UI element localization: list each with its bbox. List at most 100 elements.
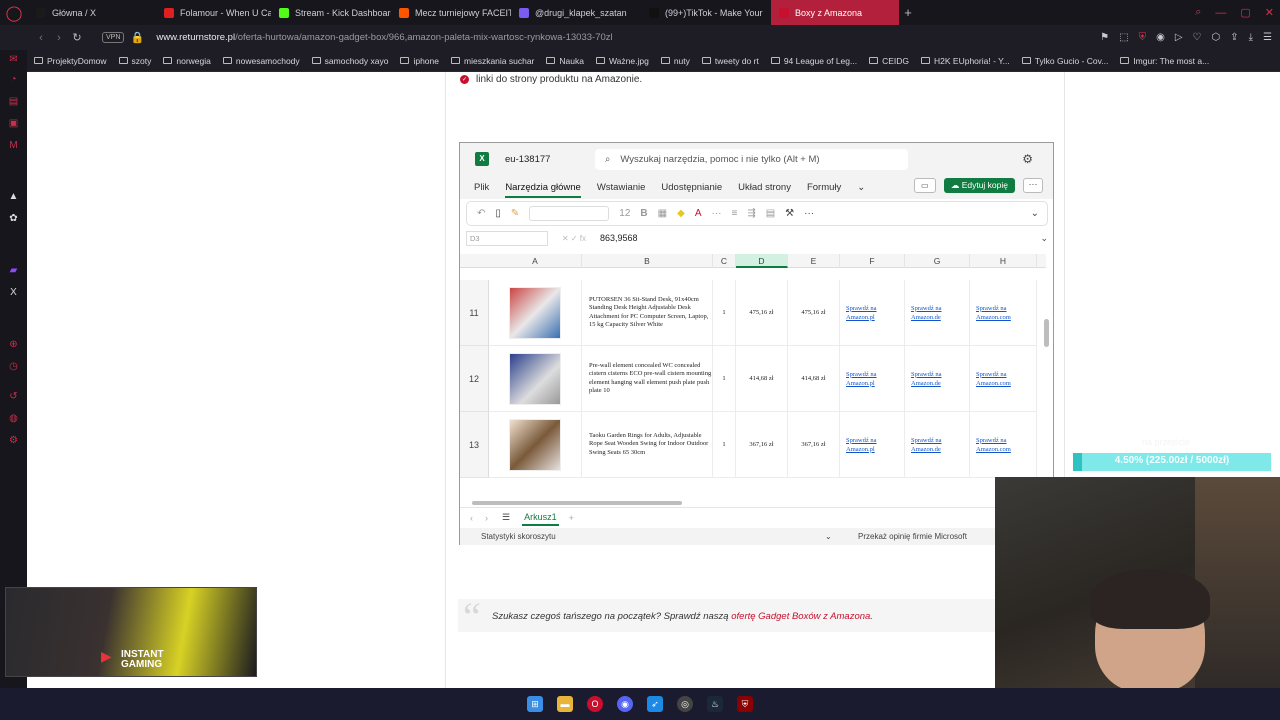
horizontal-scrollbar[interactable] — [472, 501, 682, 505]
ribbon-tab[interactable]: Formuły — [807, 182, 841, 193]
maximize-icon[interactable]: ▢ — [1240, 6, 1250, 19]
column-header[interactable]: H — [970, 254, 1037, 268]
row-header[interactable]: 11 — [460, 280, 489, 346]
format-icon[interactable]: ⚒ — [785, 208, 794, 219]
feedback-link[interactable]: Przekaż opinię firmie Microsoft — [858, 532, 967, 541]
heart-icon[interactable]: ♡ — [1193, 32, 1202, 43]
browser-tab[interactable]: Boxy z Amazona — [771, 0, 899, 25]
column-header[interactable]: F — [840, 254, 905, 268]
close-window-icon[interactable]: ✕ — [1265, 6, 1274, 19]
browser-tab[interactable]: Główna / X — [28, 0, 156, 25]
gadget-box-link[interactable]: ofertę Gadget Boxów z Amazona — [731, 611, 870, 622]
merge-icon[interactable]: ▤ — [766, 208, 775, 219]
column-header[interactable]: A — [489, 254, 582, 268]
instant-gaming-ad[interactable]: ▶ INSTANT GAMING — [5, 587, 257, 677]
all-sheets-icon[interactable]: ☰ — [502, 512, 510, 523]
windows-start-icon[interactable]: ⊞ — [527, 696, 543, 712]
column-header[interactable]: C — [713, 254, 736, 268]
bookmark-item[interactable]: samochody xayo — [311, 56, 388, 66]
more-icon[interactable]: ··· — [1023, 178, 1043, 193]
snapshot-icon[interactable]: ⬚ — [1119, 32, 1128, 43]
amazon-pl-link[interactable]: Sprawdź na Amazon.pl — [840, 280, 905, 346]
search-tabs-icon[interactable]: ⌕ — [1195, 6, 1201, 19]
amazon-de-link[interactable]: Sprawdź na Amazon.de — [905, 280, 970, 346]
font-color-icon[interactable]: A — [695, 208, 702, 219]
amazon-pl-link[interactable]: Sprawdź na Amazon.pl — [840, 346, 905, 412]
bookmark-item[interactable]: norwegia — [163, 56, 211, 66]
steam-icon[interactable]: ♨ — [707, 696, 723, 712]
vertical-scrollbar[interactable] — [1044, 254, 1049, 484]
product-description-cell[interactable]: Pre-wall element concealed WC concealed … — [582, 346, 713, 412]
new-tab-icon[interactable]: + — [899, 5, 917, 20]
scroll-thumb[interactable] — [1044, 319, 1049, 347]
formula-value[interactable]: 863,9568 — [600, 233, 638, 243]
settings-icon[interactable]: ⚙ — [7, 434, 20, 447]
column-header[interactable]: D — [736, 254, 788, 268]
bookmark-item[interactable]: Nauka — [546, 56, 584, 66]
sheet-tab[interactable]: Arkusz1 — [522, 510, 559, 526]
browser-tab[interactable]: Mecz turniejowy FACEIT — [391, 0, 511, 25]
aria-icon[interactable]: ▲ — [7, 190, 20, 203]
shield-app-icon[interactable]: ⛨ — [737, 696, 753, 712]
expand-formula-icon[interactable]: ⌄ — [1040, 233, 1048, 244]
search-input[interactable]: ⌕ Wyszukaj narzędzia, pomoc i nie tylko … — [595, 149, 908, 170]
amazon-com-link[interactable]: Sprawdź na Amazon.com — [970, 412, 1037, 478]
browser-tab[interactable]: Stream - Kick Dashboard — [271, 0, 391, 25]
forward-icon[interactable]: › — [50, 32, 68, 44]
fx-icon[interactable]: ✕ ✓ fx — [548, 234, 600, 243]
edit-copy-button[interactable]: ☁ Edytuj kopię — [943, 178, 1015, 193]
download-icon[interactable]: ⤓ — [1249, 32, 1253, 43]
opera-taskbar-icon[interactable]: O — [587, 696, 603, 712]
ribbon-tab[interactable]: Narzędzia główne — [505, 182, 581, 198]
chatgpt-icon[interactable]: ✿ — [7, 212, 20, 225]
bold-icon[interactable]: B — [640, 208, 647, 219]
quantity-cell[interactable]: 1 — [713, 280, 736, 346]
next-sheet-icon[interactable]: › — [485, 513, 488, 523]
quantity-cell[interactable]: 1 — [713, 346, 736, 412]
play-icon[interactable]: ▷ — [1175, 32, 1183, 43]
browser-tab[interactable]: (99+)TikTok - Make Your — [641, 0, 771, 25]
history-icon[interactable]: ◔ — [7, 73, 20, 86]
row-header[interactable]: 13 — [460, 412, 489, 478]
clock-icon[interactable]: ◷ — [7, 360, 20, 373]
product-description-cell[interactable]: Taoku Garden Rings for Adults, Adjustabl… — [582, 412, 713, 478]
bookmark-item[interactable]: iphone — [400, 56, 439, 66]
bookmark-item[interactable]: Tylko Gucio - Cov... — [1021, 56, 1108, 66]
bookmark-item[interactable]: 94 League of Leg... — [770, 56, 857, 66]
discord-icon[interactable]: ◉ — [617, 696, 633, 712]
wrap-icon[interactable]: ⇶ — [747, 208, 755, 219]
font-size-select[interactable]: 12 — [619, 208, 630, 219]
browser-tab[interactable]: @drugi_klapek_szatan — [511, 0, 641, 25]
camera-icon[interactable]: ◉ — [1156, 32, 1165, 43]
pin-icon[interactable]: ◍ — [7, 412, 20, 425]
file-name[interactable]: eu-138177 — [505, 154, 550, 165]
ribbon-tab[interactable]: Wstawianie — [597, 182, 646, 193]
history-alt-icon[interactable]: ↺ — [7, 390, 20, 403]
price-cell[interactable]: 414,68 zł — [736, 346, 788, 412]
column-header[interactable]: B — [582, 254, 713, 268]
lock-icon[interactable]: 🔒 — [128, 31, 146, 44]
extensions-icon[interactable]: ⬡ — [1211, 32, 1220, 43]
align-icon[interactable]: ≡ — [731, 208, 737, 219]
twitch-icon[interactable]: ▰ — [7, 264, 20, 277]
bookmark-item[interactable]: ProjektyDomow — [34, 56, 107, 66]
row-header[interactable]: 12 — [460, 346, 489, 412]
borders-icon[interactable]: ▦ — [658, 208, 667, 219]
spreadsheet-grid[interactable]: ABCDEFGH 11 PUTORSEN 36 Sit-Stand Desk, 9… — [460, 254, 1046, 497]
bookmark-item[interactable]: nuty — [660, 56, 690, 66]
total-cell[interactable]: 475,16 zł — [788, 280, 840, 346]
ribbon-tab[interactable]: Plik — [474, 182, 489, 193]
paste-icon[interactable]: ▯ — [495, 208, 501, 219]
bookmark-icon[interactable]: ⚑ — [1100, 32, 1109, 43]
amazon-com-link[interactable]: Sprawdź na Amazon.com — [970, 346, 1037, 412]
obs-icon[interactable]: ◎ — [677, 696, 693, 712]
more-ribbon-icon[interactable]: ··· — [804, 208, 814, 219]
vpn-badge[interactable]: VPN — [102, 32, 125, 43]
reload-icon[interactable]: ↻ — [68, 31, 86, 44]
bookmark-item[interactable]: H2K EUphoria! - Y... — [921, 56, 1010, 66]
minimize-icon[interactable]: — — [1215, 7, 1226, 19]
x-icon[interactable]: X — [7, 286, 20, 299]
amazon-de-link[interactable]: Sprawdź na Amazon.de — [905, 346, 970, 412]
back-icon[interactable]: ‹ — [32, 32, 50, 44]
excel-embed[interactable]: X eu-138177 ⌕ Wyszukaj narzędzia, pomoc … — [459, 142, 1054, 545]
